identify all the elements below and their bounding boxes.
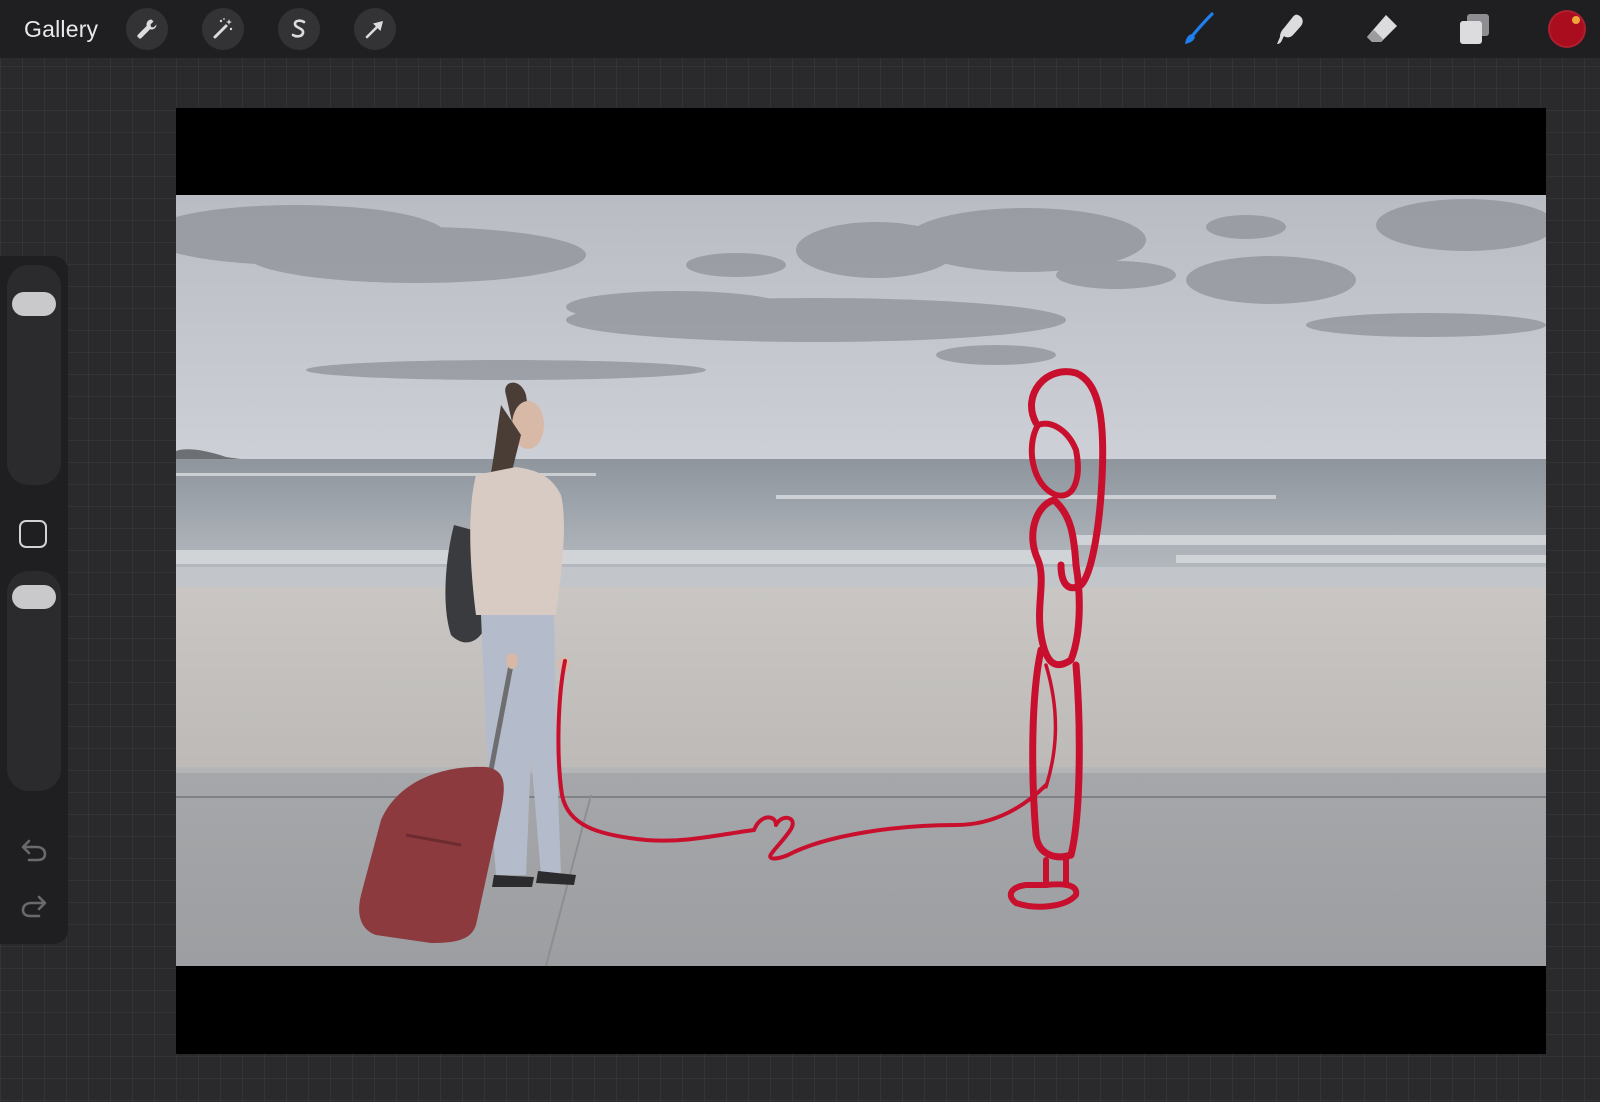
- left-sidebar: [0, 256, 68, 944]
- layers-button[interactable]: [1453, 8, 1495, 50]
- beach-photo: [176, 195, 1546, 966]
- brush-size-slider[interactable]: [7, 265, 61, 485]
- redo-button[interactable]: [18, 892, 50, 920]
- brush-tool[interactable]: [1177, 8, 1219, 50]
- square-modify-icon[interactable]: [19, 520, 47, 548]
- undo-arrow-icon: [21, 839, 47, 862]
- brush-size-knob[interactable]: [12, 292, 56, 317]
- color-indicator-dot: [1572, 16, 1580, 24]
- gallery-button[interactable]: Gallery: [24, 14, 98, 44]
- eraser-tool[interactable]: [1361, 8, 1403, 50]
- layers-icon: [1460, 14, 1489, 44]
- smudge-tool[interactable]: [1269, 8, 1311, 50]
- smudge-finger-icon: [1277, 14, 1303, 44]
- drawing-canvas[interactable]: [176, 108, 1546, 1054]
- redo-arrow-icon: [21, 895, 47, 918]
- transform-button[interactable]: [354, 8, 396, 50]
- canvas-photo-layer: [176, 195, 1546, 966]
- arrow-cursor-icon: [365, 21, 383, 39]
- adjustments-button[interactable]: [202, 8, 244, 50]
- brush-opacity-knob[interactable]: [12, 585, 56, 610]
- top-toolbar: Gallery: [0, 0, 1600, 58]
- brush-icon: [1185, 12, 1214, 44]
- selection-button[interactable]: [278, 8, 320, 50]
- magic-wand-icon: [213, 18, 233, 39]
- color-picker-button[interactable]: [1548, 10, 1586, 48]
- brush-opacity-slider[interactable]: [7, 571, 61, 791]
- selection-s-icon: [291, 19, 306, 38]
- wrench-icon: [137, 19, 157, 39]
- undo-button[interactable]: [18, 836, 50, 864]
- actions-button[interactable]: [126, 8, 168, 50]
- eraser-icon: [1367, 15, 1397, 42]
